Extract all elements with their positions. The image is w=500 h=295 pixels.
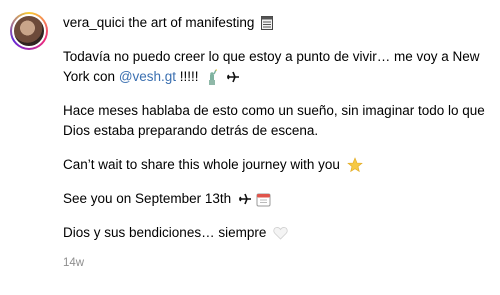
statue-of-liberty-icon bbox=[205, 69, 219, 86]
calendar-icon bbox=[256, 192, 271, 207]
white-heart-icon bbox=[273, 226, 288, 241]
username-link[interactable]: vera_quici bbox=[63, 15, 125, 30]
caption-text: Hace meses hablaba de esto como un sueño… bbox=[63, 103, 485, 138]
airplane-icon bbox=[238, 192, 252, 206]
post-timestamp[interactable]: 14w bbox=[63, 253, 488, 273]
caption-text: !!!!! bbox=[176, 69, 199, 84]
notepad-icon bbox=[261, 16, 274, 31]
caption-paragraph: Hace meses hablaba de esto como un sueño… bbox=[63, 101, 488, 141]
caption-paragraph: Dios y sus bendiciones… siempre bbox=[63, 223, 488, 243]
caption-text: Can’t wait to share this whole journey w… bbox=[63, 157, 340, 172]
caption-header: vera_quici the art of manifesting bbox=[63, 13, 488, 33]
airplane-icon bbox=[226, 70, 240, 84]
caption-text: Dios y sus bendiciones… siempre bbox=[63, 225, 267, 240]
avatar-image bbox=[12, 14, 46, 48]
caption-paragraph: Todavía no puedo creer lo que estoy a pu… bbox=[63, 47, 488, 87]
mention-link[interactable]: @vesh.gt bbox=[119, 69, 176, 84]
caption-text: See you on September 13th bbox=[63, 191, 232, 206]
caption-content: vera_quici the art of manifesting Todaví… bbox=[63, 13, 488, 273]
instagram-post-caption: vera_quici the art of manifesting Todaví… bbox=[0, 0, 500, 295]
caption-paragraph: See you on September 13th bbox=[63, 189, 488, 209]
caption-title: the art of manifesting bbox=[128, 15, 255, 30]
star-icon bbox=[346, 157, 363, 173]
caption-paragraph: Can’t wait to share this whole journey w… bbox=[63, 155, 488, 175]
avatar[interactable] bbox=[10, 12, 48, 50]
